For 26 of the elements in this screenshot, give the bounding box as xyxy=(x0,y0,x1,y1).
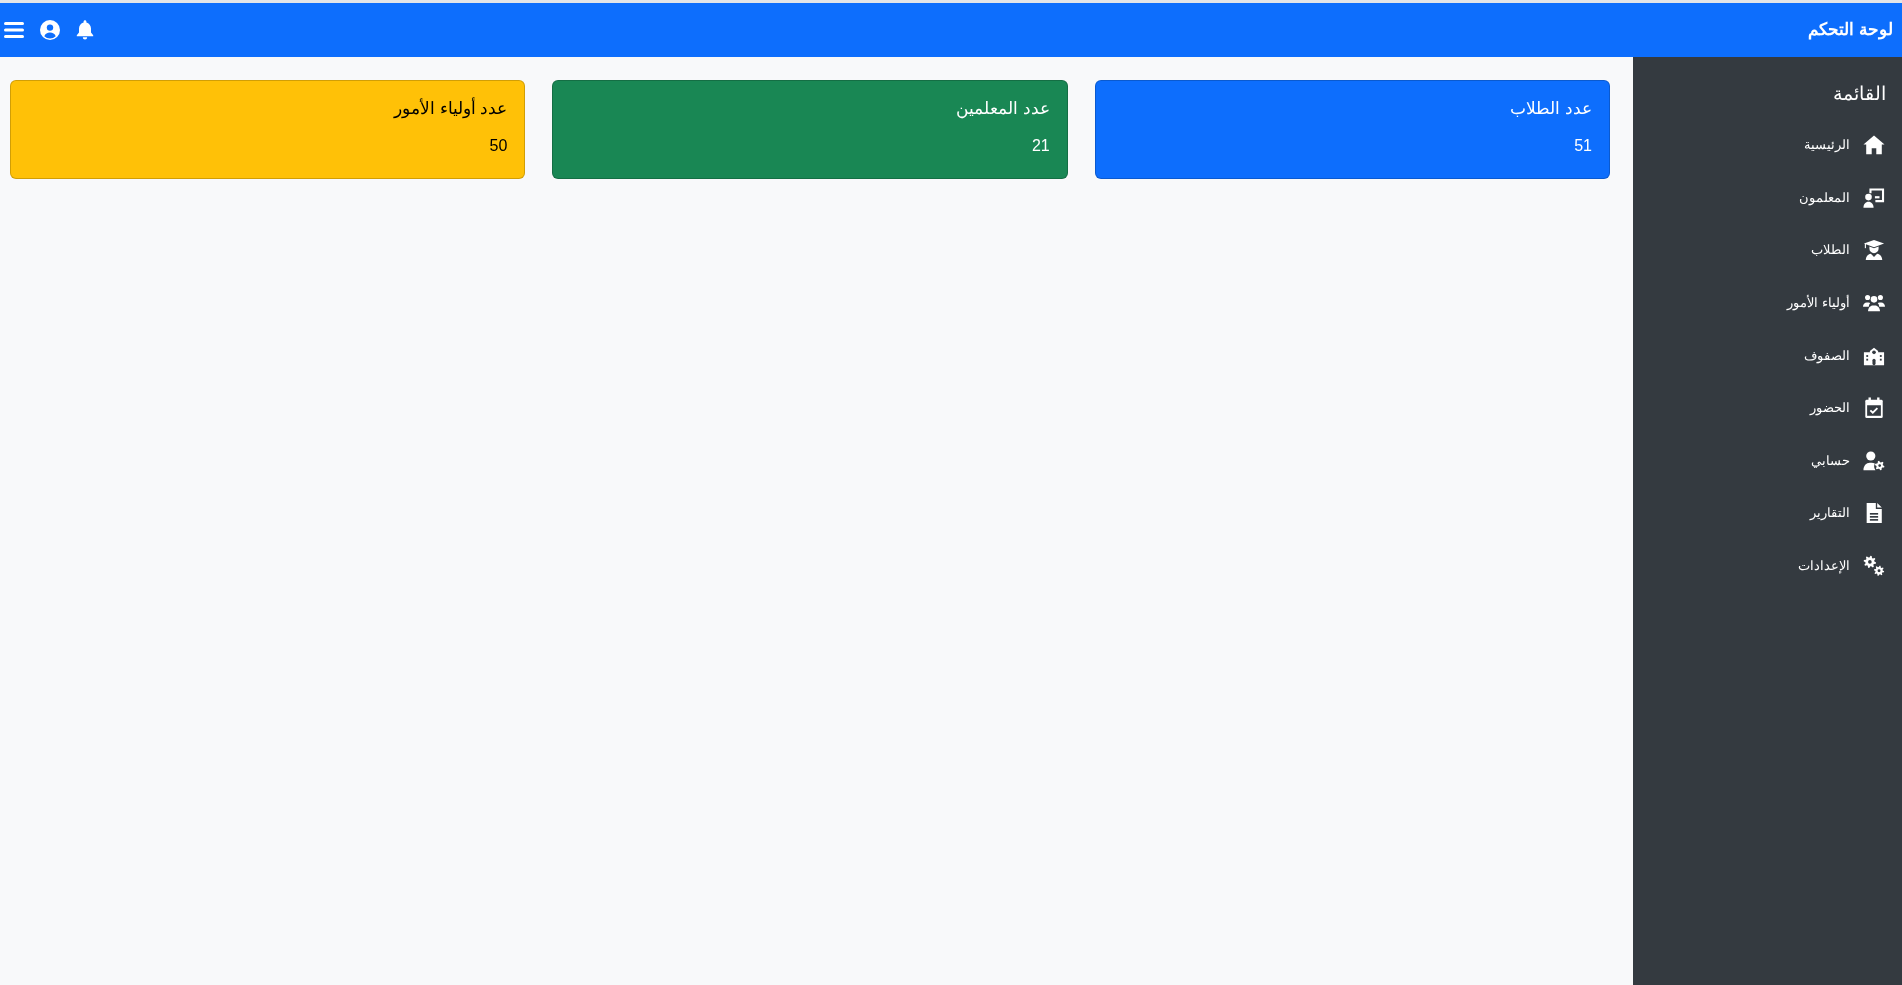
sidebar-heading: القائمة xyxy=(1833,82,1886,106)
card-count: 50 xyxy=(489,136,508,156)
card-count: 51 xyxy=(1574,136,1592,156)
sidebar-link[interactable]: الحضور xyxy=(1810,397,1886,420)
user-gear-icon xyxy=(1862,449,1886,472)
card-title: عدد أولياء الأمور xyxy=(393,97,508,121)
graduate-icon xyxy=(1862,239,1886,262)
card-title: عدد المعلمين xyxy=(955,98,1050,121)
navbar-title: لوحة التحكم xyxy=(1808,19,1893,42)
sidebar-link[interactable]: المعلمون xyxy=(1799,186,1886,209)
sidebar-link[interactable]: الصفوف xyxy=(1804,344,1886,367)
bell-icon[interactable] xyxy=(76,20,94,40)
card-count: 21 xyxy=(1031,136,1050,156)
user-circle-icon[interactable] xyxy=(40,20,60,40)
sidebar-link[interactable]: الطلاب xyxy=(1811,239,1886,262)
sidebar-link[interactable]: الإعدادات xyxy=(1798,555,1886,578)
card-title: عدد الطلاب xyxy=(1510,98,1592,120)
sidebar-link[interactable]: أولياء الأمور xyxy=(1787,292,1886,315)
home-icon xyxy=(1862,134,1886,157)
calendar-check-icon xyxy=(1862,397,1886,420)
gears-icon xyxy=(1862,555,1886,578)
menu-icon[interactable] xyxy=(4,22,24,38)
sidebar-link[interactable]: التقارير xyxy=(1810,502,1886,525)
sidebar-link[interactable]: حسابي xyxy=(1811,449,1886,472)
person-at-board-icon xyxy=(1862,186,1886,209)
sidebar-link[interactable]: الرئيسية xyxy=(1804,134,1886,157)
